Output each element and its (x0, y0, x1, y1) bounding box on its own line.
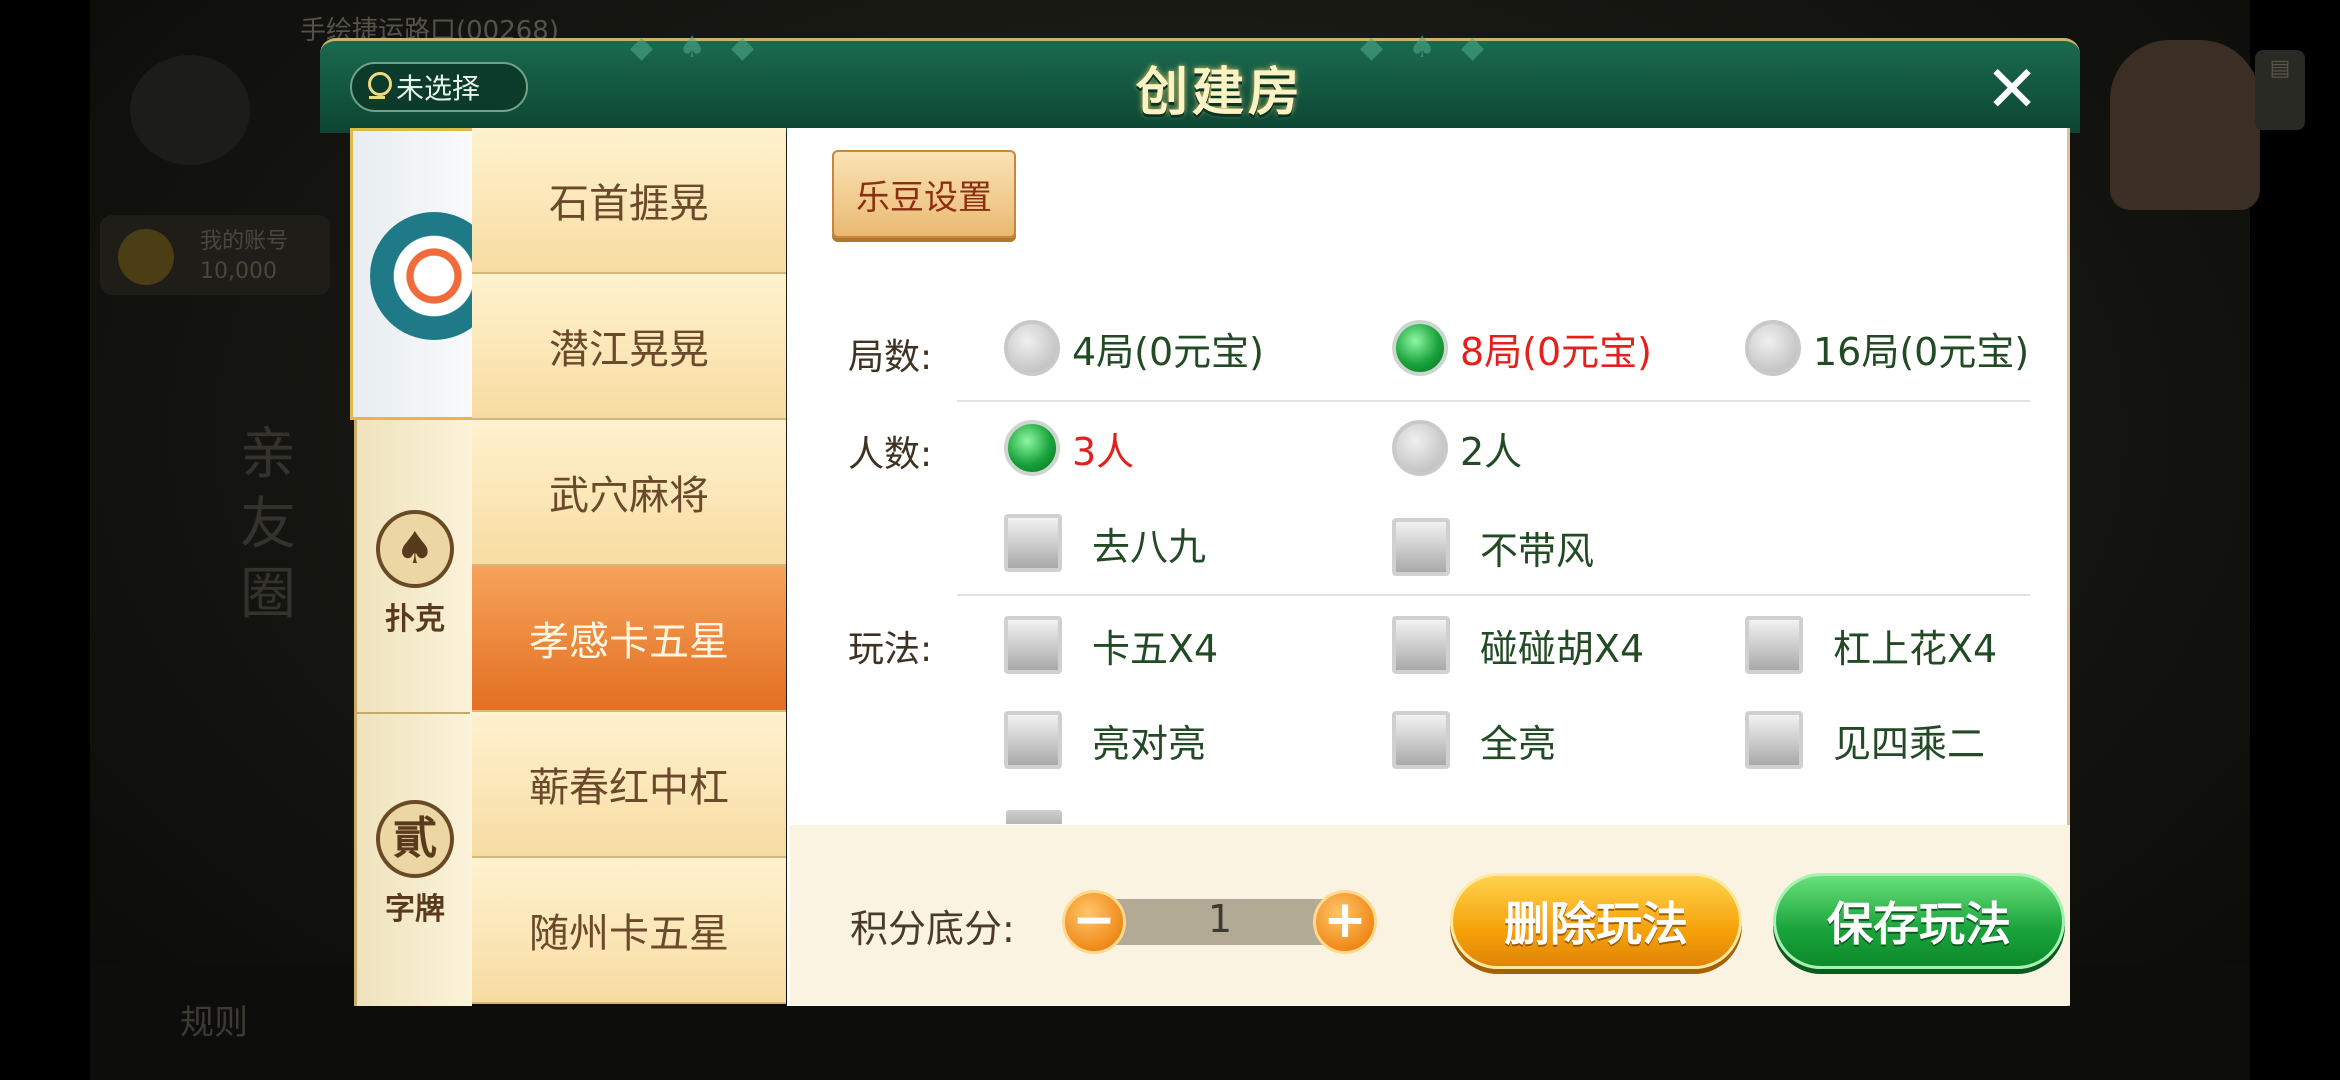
rounds-option-16-label: 16局(0元宝) (1813, 329, 2030, 374)
radio-icon (1004, 320, 1060, 376)
players-option-2-label: 2人 (1460, 429, 1523, 474)
rule-liang-dui-liang[interactable]: 亮对亮 (1004, 711, 1206, 769)
lobby-bottom-text: 规则 (180, 1003, 248, 1043)
close-button[interactable]: ✕ (1972, 55, 2052, 125)
rule-gang-shang-hua-x4-label: 杠上花X4 (1833, 626, 1998, 671)
option-qu-ba-jiu-label: 去八九 (1092, 524, 1207, 569)
location-selector[interactable]: 未选择 (350, 62, 528, 112)
row-divider (957, 400, 2030, 402)
plus-button[interactable]: + (1313, 890, 1377, 954)
category-label-zipai: 字牌 (385, 892, 445, 927)
rules-label: 玩法: (848, 629, 933, 670)
rounds-option-8-label: 8局(0元宝) (1460, 329, 1653, 374)
players-option-3-label: 3人 (1072, 429, 1135, 474)
row-divider (957, 594, 2030, 596)
game-item-xiaogan[interactable]: 孝感卡五星 (472, 566, 786, 712)
lobby-side-text: 亲友圈 (240, 422, 296, 627)
base-score-value: 1 (1207, 897, 1233, 941)
lobby-coins-label: 我的账号 (200, 229, 289, 254)
lobby-character-avatar (2110, 40, 2260, 210)
rule-quan-liang[interactable]: 全亮 (1392, 711, 1556, 769)
rounds-option-16[interactable]: 16局(0元宝) (1745, 320, 2029, 376)
rule-liang-dui-liang-label: 亮对亮 (1092, 721, 1207, 766)
checkbox-icon[interactable] (1006, 810, 1062, 824)
radio-icon (1745, 320, 1801, 376)
lobby-heart-icon (130, 55, 250, 165)
coin-icon (118, 229, 174, 285)
rule-jian-si-cheng-er-label: 见四乘二 (1833, 721, 1986, 766)
checkbox-icon (1004, 616, 1062, 674)
rule-jian-si-cheng-er[interactable]: 见四乘二 (1745, 711, 1985, 769)
header-ornament-left: ◆ ♠ ◆ (630, 30, 763, 65)
lobby-coins-value: 10,000 (200, 259, 277, 284)
game-item-qianjiang[interactable]: 潜江晃晃 (472, 274, 786, 420)
checkbox-icon (1392, 616, 1450, 674)
game-list: 石首捱晃 潜江晃晃 武穴麻将 孝感卡五星 蕲春红中杠 随州卡五星 (472, 128, 786, 1006)
checkbox-icon (1004, 711, 1062, 769)
lobby-coins-panel: 我的账号 10,000 (100, 215, 330, 295)
location-pin-icon (366, 72, 392, 102)
category-label-poker: 扑克 (385, 602, 445, 637)
base-score-label: 积分底分: (850, 907, 1015, 951)
rule-gang-shang-hua-x4[interactable]: 杠上花X4 (1745, 616, 1997, 674)
lobby-corner-button: ▤ (2255, 50, 2305, 130)
header-ornament-right: ◆ ♠ ◆ (1360, 30, 1493, 65)
players-option-2[interactable]: 2人 (1392, 420, 1522, 476)
game-item-qichun[interactable]: 蕲春红中杠 (472, 712, 786, 858)
game-item-suizhou[interactable]: 随州卡五星 (472, 858, 786, 1004)
rounds-option-4-label: 4局(0元宝) (1072, 329, 1265, 374)
save-rules-button[interactable]: 保存玩法 (1773, 873, 2065, 969)
category-tab-poker[interactable]: ♠ 扑克 (360, 510, 470, 637)
checkbox-icon (1745, 616, 1803, 674)
rule-peng-peng-hu-x4[interactable]: 碰碰胡X4 (1392, 616, 1644, 674)
rounds-option-4[interactable]: 4局(0元宝) (1004, 320, 1264, 376)
checkbox-icon (1392, 711, 1450, 769)
option-qu-ba-jiu[interactable]: 去八九 (1004, 514, 1206, 572)
game-item-shishou[interactable]: 石首捱晃 (472, 128, 786, 274)
spade-icon: ♠ (376, 510, 454, 588)
rounds-option-8[interactable]: 8局(0元宝) (1392, 320, 1652, 376)
minus-button[interactable]: − (1062, 890, 1126, 954)
option-bu-dai-feng-label: 不带风 (1480, 528, 1595, 573)
rule-ka-wu-x4-label: 卡五X4 (1092, 626, 1219, 671)
option-bu-dai-feng[interactable]: 不带风 (1392, 518, 1594, 576)
category-divider (356, 712, 470, 714)
category-tab-zipai[interactable]: 貳 字牌 (360, 800, 470, 927)
rounds-label: 局数: (848, 337, 933, 378)
game-item-wuxue[interactable]: 武穴麻将 (472, 420, 786, 566)
radio-icon (1392, 420, 1448, 476)
checkbox-icon (1745, 711, 1803, 769)
checkbox-icon (1004, 514, 1062, 572)
rule-quan-liang-label: 全亮 (1480, 721, 1557, 766)
delete-rules-button[interactable]: 删除玩法 (1450, 873, 1742, 969)
players-option-3[interactable]: 3人 (1004, 420, 1134, 476)
radio-selected-icon (1392, 320, 1448, 376)
players-label: 人数: (848, 434, 933, 475)
rule-peng-peng-hu-x4-label: 碰碰胡X4 (1480, 626, 1645, 671)
character-icon: 貳 (376, 800, 454, 878)
checkbox-icon (1392, 518, 1450, 576)
ledou-settings-button[interactable]: 乐豆设置 (832, 150, 1016, 238)
location-label: 未选择 (396, 72, 481, 105)
radio-selected-icon (1004, 420, 1060, 476)
rule-ka-wu-x4[interactable]: 卡五X4 (1004, 616, 1218, 674)
